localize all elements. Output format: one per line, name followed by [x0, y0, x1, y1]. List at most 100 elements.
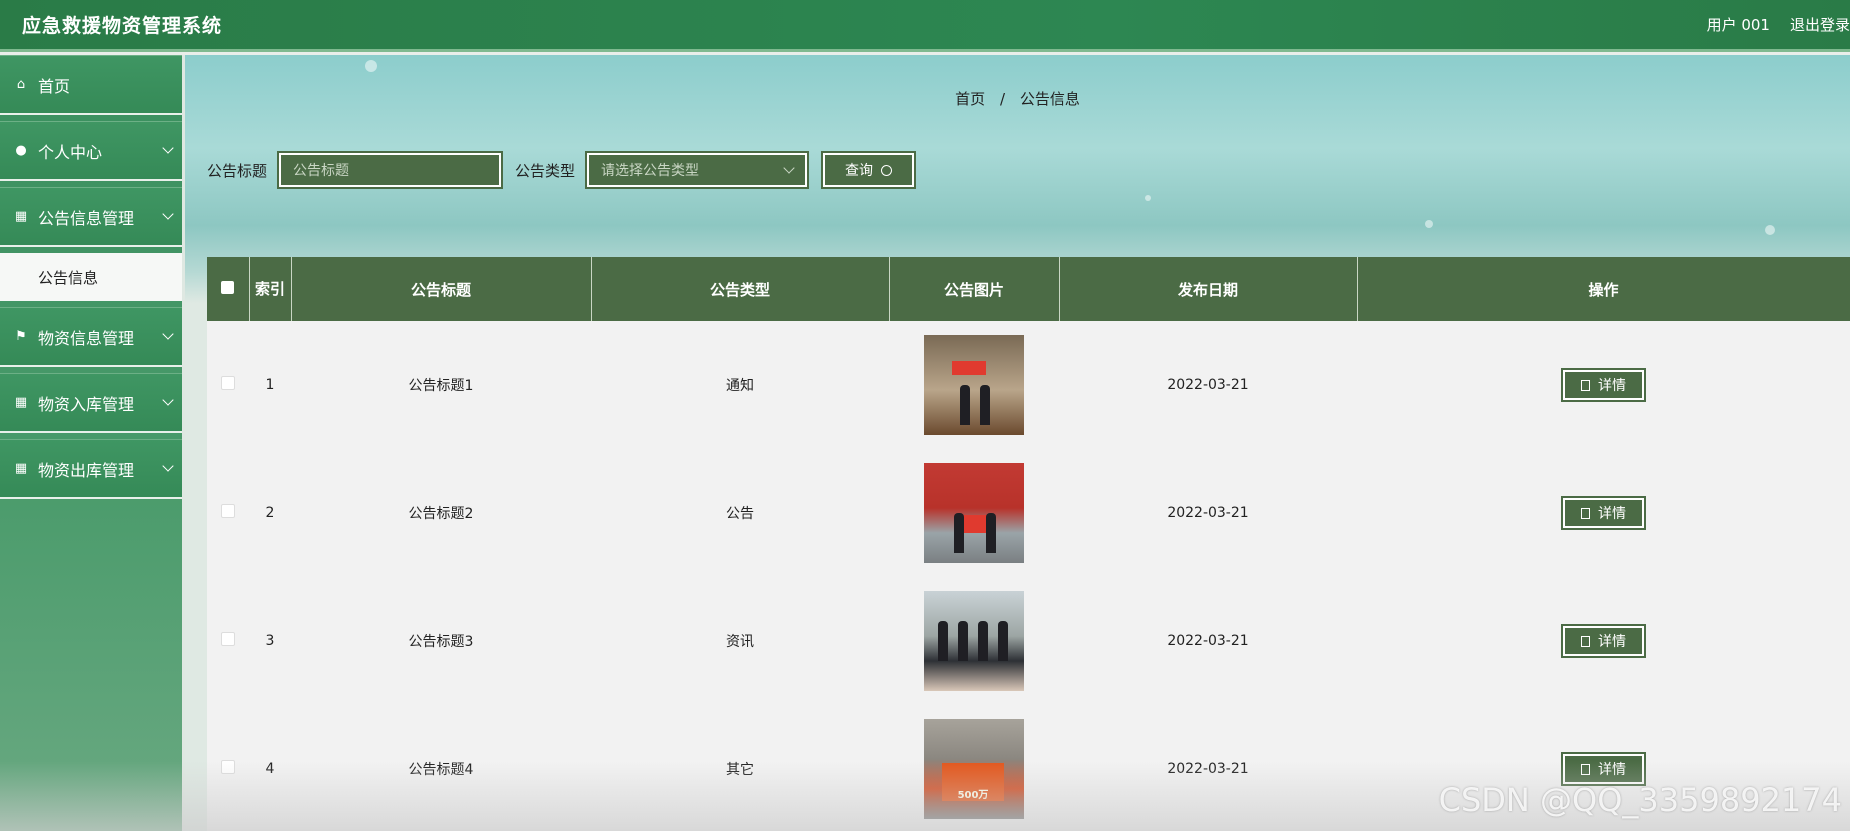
header-index: 索引	[249, 257, 292, 321]
detail-button-label: 详情	[1598, 506, 1626, 522]
sidebar-item-material-out[interactable]: ▦ 物资出库管理	[0, 439, 182, 499]
sidebar-item-material-in[interactable]: ▦ 物资入库管理	[0, 373, 182, 433]
top-bar: 应急救援物资管理系统 用户 001 退出登录	[0, 0, 1850, 52]
sidebar-item-label: 物资出库管理	[38, 460, 135, 480]
type-label: 公告类型	[515, 161, 576, 180]
row-action-cell: 详情	[1357, 321, 1850, 449]
sidebar-item-notice-management[interactable]: ▦ 公告信息管理	[0, 187, 182, 247]
photo-person	[978, 621, 988, 661]
detail-button-label: 详情	[1598, 378, 1626, 394]
user-area: 用户 001 退出登录	[1687, 14, 1850, 35]
sidebar-item-label: 物资入库管理	[38, 394, 135, 414]
row-select-cell[interactable]	[207, 577, 249, 705]
breadcrumb-separator: /	[999, 90, 1006, 108]
query-button[interactable]: 查询	[821, 151, 917, 189]
row-date: 2022-03-21	[1059, 705, 1357, 831]
background-bokeh	[1145, 195, 1151, 201]
breadcrumb-current: 公告信息	[1019, 90, 1080, 108]
user-icon: ●	[15, 143, 27, 158]
photo-person	[958, 621, 968, 661]
photo-person	[980, 385, 990, 425]
row-index: 1	[249, 321, 291, 449]
chevron-down-icon	[162, 394, 174, 406]
row-type: 通知	[591, 321, 889, 449]
sidebar-subitem-notice[interactable]: 公告信息	[0, 253, 182, 301]
photo-person	[986, 513, 996, 553]
row-index: 3	[249, 577, 291, 705]
header-image: 公告图片	[889, 257, 1060, 321]
photo-banner: 500万	[942, 763, 1004, 801]
notice-photo[interactable]	[924, 591, 1024, 691]
breadcrumb-home[interactable]: 首页	[955, 90, 985, 108]
notice-photo[interactable]	[924, 335, 1024, 435]
row-action-cell: 详情	[1357, 577, 1850, 705]
row-title: 公告标题4	[291, 705, 591, 831]
logout-link[interactable]: 退出登录	[1790, 14, 1850, 35]
row-image-cell: 500万	[889, 705, 1059, 831]
sidebar-item-label: 公告信息管理	[38, 208, 135, 228]
row-type: 公告	[591, 449, 889, 577]
header-date: 发布日期	[1059, 257, 1358, 321]
notice-photo[interactable]	[924, 463, 1024, 563]
row-checkbox[interactable]	[221, 504, 235, 518]
sidebar-item-material-info[interactable]: ⚑ 物资信息管理	[0, 307, 182, 367]
select-all-checkbox[interactable]	[221, 281, 235, 294]
chevron-down-icon	[783, 162, 795, 174]
detail-button[interactable]: 详情	[1561, 368, 1646, 402]
home-icon: ⌂	[16, 77, 26, 92]
background-bokeh	[1765, 225, 1775, 235]
row-title: 公告标题2	[291, 449, 591, 577]
table-header-row: 索引 公告标题 公告类型 公告图片 发布日期 操作	[207, 257, 1850, 321]
detail-button[interactable]: 详情	[1561, 624, 1646, 658]
row-select-cell[interactable]	[207, 321, 249, 449]
row-date: 2022-03-21	[1059, 449, 1357, 577]
grid-icon: ▦	[14, 395, 28, 410]
row-index: 2	[249, 449, 291, 577]
detail-button[interactable]: 详情	[1561, 752, 1646, 786]
header-title: 公告标题	[291, 257, 592, 321]
document-icon	[1581, 379, 1590, 391]
table-row: 3 公告标题3 资讯 2022-03-21 详情	[207, 577, 1850, 705]
row-index: 4	[249, 705, 291, 831]
row-checkbox[interactable]	[221, 760, 235, 774]
grid-icon: ▦	[14, 461, 28, 476]
select-all-header[interactable]	[207, 257, 250, 321]
sidebar: ⌂ 首页 ● 个人中心 ▦ 公告信息管理 公告信息 ⚑ 物资信息管理 ▦ 物资入…	[0, 55, 185, 831]
sidebar-item-personal[interactable]: ● 个人中心	[0, 121, 182, 181]
photo-banner	[952, 361, 986, 375]
title-label: 公告标题	[207, 161, 268, 180]
table-row: 1 公告标题1 通知 2022-03-21 详情	[207, 321, 1850, 449]
detail-button[interactable]: 详情	[1561, 496, 1646, 530]
title-search-input[interactable]: 公告标题	[277, 151, 504, 189]
flag-icon: ⚑	[15, 329, 27, 344]
document-icon	[1581, 635, 1590, 647]
row-checkbox[interactable]	[221, 632, 235, 646]
notice-table: 索引 公告标题 公告类型 公告图片 发布日期 操作 1 公告标题1 通知 202…	[207, 257, 1850, 831]
row-title: 公告标题1	[291, 321, 591, 449]
row-select-cell[interactable]	[207, 449, 249, 577]
detail-button-label: 详情	[1598, 762, 1626, 778]
row-type: 其它	[591, 705, 889, 831]
type-select[interactable]: 请选择公告类型	[585, 151, 810, 189]
notice-photo[interactable]: 500万	[924, 719, 1024, 819]
chevron-down-icon	[162, 142, 174, 154]
sidebar-item-label: 物资信息管理	[38, 328, 135, 348]
chevron-down-icon	[162, 460, 174, 472]
row-image-cell	[889, 449, 1059, 577]
row-checkbox[interactable]	[221, 376, 235, 390]
sidebar-item-label: 首页	[38, 76, 71, 96]
row-date: 2022-03-21	[1059, 577, 1357, 705]
chevron-down-icon	[162, 328, 174, 340]
sidebar-item-home[interactable]: ⌂ 首页	[0, 55, 182, 115]
row-title: 公告标题3	[291, 577, 591, 705]
search-icon	[881, 164, 893, 176]
main-content: 首页 / 公告信息 公告标题 公告标题 公告类型 请选择公告类型 查询 索引 公…	[185, 55, 1850, 831]
photo-person	[998, 621, 1008, 661]
row-action-cell: 详情	[1357, 449, 1850, 577]
search-bar: 公告标题 公告标题 公告类型 请选择公告类型 查询	[207, 151, 917, 189]
detail-button-label: 详情	[1598, 634, 1626, 650]
document-icon	[1581, 507, 1590, 519]
document-icon	[1581, 763, 1590, 775]
breadcrumb: 首页 / 公告信息	[185, 88, 1850, 109]
row-select-cell[interactable]	[207, 705, 249, 831]
